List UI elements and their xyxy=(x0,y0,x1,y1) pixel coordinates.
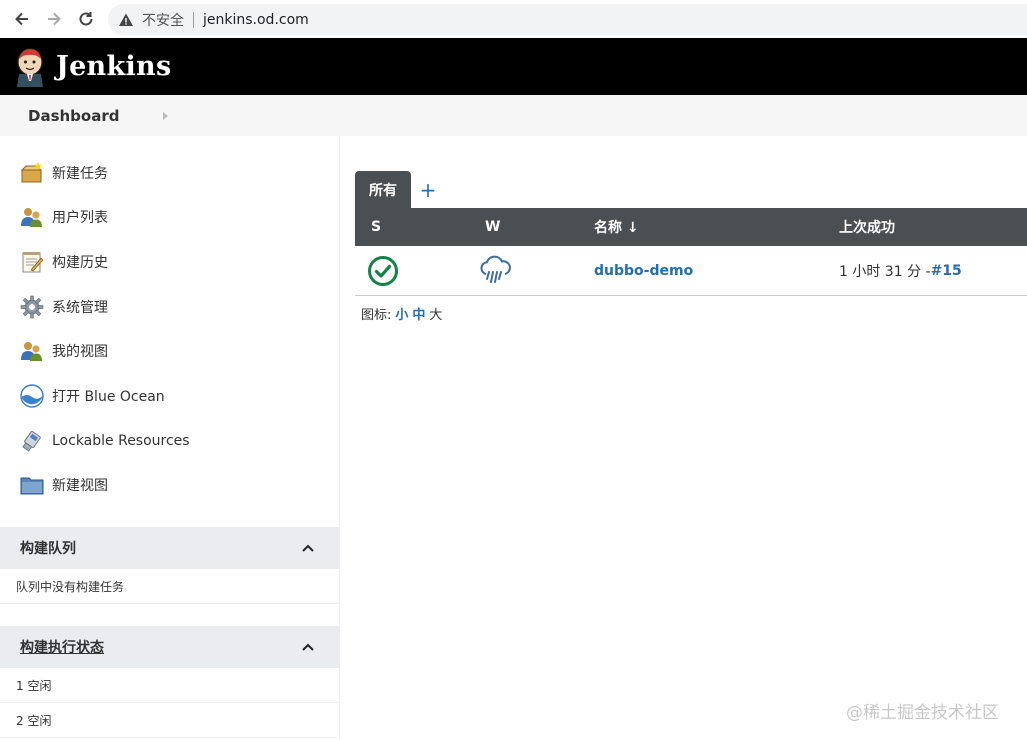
chevron-up-icon[interactable] xyxy=(301,640,315,654)
icon-size-large-current: 大 xyxy=(429,308,443,323)
task-new-item[interactable]: 新建任务 xyxy=(20,160,108,186)
warning-icon xyxy=(119,13,133,26)
rain-cloud-icon[interactable] xyxy=(478,255,512,287)
job-link-dubbo-demo[interactable]: dubbo-demo xyxy=(594,263,693,279)
task-new-view[interactable]: 新建视图 xyxy=(20,472,108,498)
task-label: 用户列表 xyxy=(52,210,108,226)
add-view-button[interactable]: + xyxy=(418,180,438,200)
task-build-history[interactable]: 构建历史 xyxy=(20,249,108,275)
breadcrumb-dashboard[interactable]: Dashboard xyxy=(28,107,119,125)
reload-button[interactable] xyxy=(71,4,101,34)
success-check-icon[interactable] xyxy=(367,255,399,287)
address-bar[interactable]: 不安全 jenkins.od.com xyxy=(108,4,1027,35)
user-icon xyxy=(20,339,44,363)
build-queue-title: 构建队列 xyxy=(20,541,76,557)
icon-size-medium[interactable]: 中 xyxy=(412,304,425,323)
task-my-views[interactable]: 我的视图 xyxy=(20,338,108,364)
gear-icon xyxy=(20,295,44,319)
task-lockable-resources[interactable]: Lockable Resources xyxy=(20,428,190,454)
jobs-table: S W 名称 ↓ 上次成功 dubbo-demo 1 小时 31 分 - #15 xyxy=(355,208,1027,296)
job-name-cell: dubbo-demo xyxy=(594,246,693,296)
build-queue-header[interactable]: 构建队列 xyxy=(0,527,339,569)
column-last-success[interactable]: 上次成功 xyxy=(839,208,895,246)
jenkins-logo-icon[interactable] xyxy=(14,47,46,87)
column-weather[interactable]: W xyxy=(485,208,500,246)
insecure-label: 不安全 xyxy=(142,12,184,29)
watermark: @稀土掘金技术社区 xyxy=(846,703,999,723)
new-item-icon xyxy=(20,161,44,185)
back-button[interactable] xyxy=(7,4,37,34)
last-success-cell: 1 小时 31 分 - #15 xyxy=(839,246,962,296)
breadcrumb-arrow-icon[interactable] xyxy=(163,111,169,120)
jenkins-header: Jenkins xyxy=(0,38,1027,95)
column-name[interactable]: 名称 ↓ xyxy=(594,208,639,246)
executor-row: 2 空闲 xyxy=(0,704,339,738)
blue-ocean-icon xyxy=(20,384,44,408)
executors-title[interactable]: 构建执行状态 xyxy=(20,637,104,657)
task-label: 打开 Blue Ocean xyxy=(52,389,165,405)
status-cell xyxy=(367,246,399,296)
weather-cell xyxy=(478,246,512,296)
url-text: jenkins.od.com xyxy=(203,11,309,28)
reload-icon xyxy=(79,12,93,26)
folder-icon xyxy=(20,473,44,497)
people-icon xyxy=(20,205,44,229)
url-separator xyxy=(193,11,194,28)
icon-size-label: 图标: xyxy=(361,308,392,323)
tab-all[interactable]: 所有 xyxy=(355,171,411,209)
build-link[interactable]: #15 xyxy=(931,263,962,279)
breadcrumb: Dashboard xyxy=(0,95,1027,136)
chevron-up-icon[interactable] xyxy=(301,541,315,555)
notepad-icon xyxy=(20,250,44,274)
executor-row: 1 空闲 xyxy=(0,669,339,703)
task-label: 新建视图 xyxy=(52,478,108,494)
sidebar: 新建任务 用户列表 构建历史 系统管理 我的视图 打开 Blue Ocean L… xyxy=(0,136,340,740)
forward-button[interactable] xyxy=(39,4,69,34)
table-header: S W 名称 ↓ 上次成功 xyxy=(355,208,1027,246)
usb-icon xyxy=(20,429,44,453)
column-status[interactable]: S xyxy=(371,208,381,246)
task-label: Lockable Resources xyxy=(52,433,190,449)
table-row: dubbo-demo 1 小时 31 分 - #15 xyxy=(355,246,1027,296)
last-success-time: 1 小时 31 分 - xyxy=(839,264,931,280)
task-label: 我的视图 xyxy=(52,344,108,360)
task-people[interactable]: 用户列表 xyxy=(20,204,108,230)
task-label: 构建历史 xyxy=(52,255,108,271)
executors-header[interactable]: 构建执行状态 xyxy=(0,626,339,668)
task-label: 新建任务 xyxy=(52,166,108,182)
arrow-right-icon xyxy=(48,12,61,26)
icon-size-legend: 图标: 小 中 大 xyxy=(361,304,442,323)
browser-toolbar: 不安全 jenkins.od.com xyxy=(0,0,1027,38)
task-label: 系统管理 xyxy=(52,300,108,316)
arrow-left-icon xyxy=(15,12,28,26)
task-manage-jenkins[interactable]: 系统管理 xyxy=(20,294,108,320)
build-queue-empty: 队列中没有构建任务 xyxy=(0,570,339,604)
icon-size-small[interactable]: 小 xyxy=(395,304,408,323)
jenkins-brand[interactable]: Jenkins xyxy=(56,51,171,82)
task-blue-ocean[interactable]: 打开 Blue Ocean xyxy=(20,383,165,409)
